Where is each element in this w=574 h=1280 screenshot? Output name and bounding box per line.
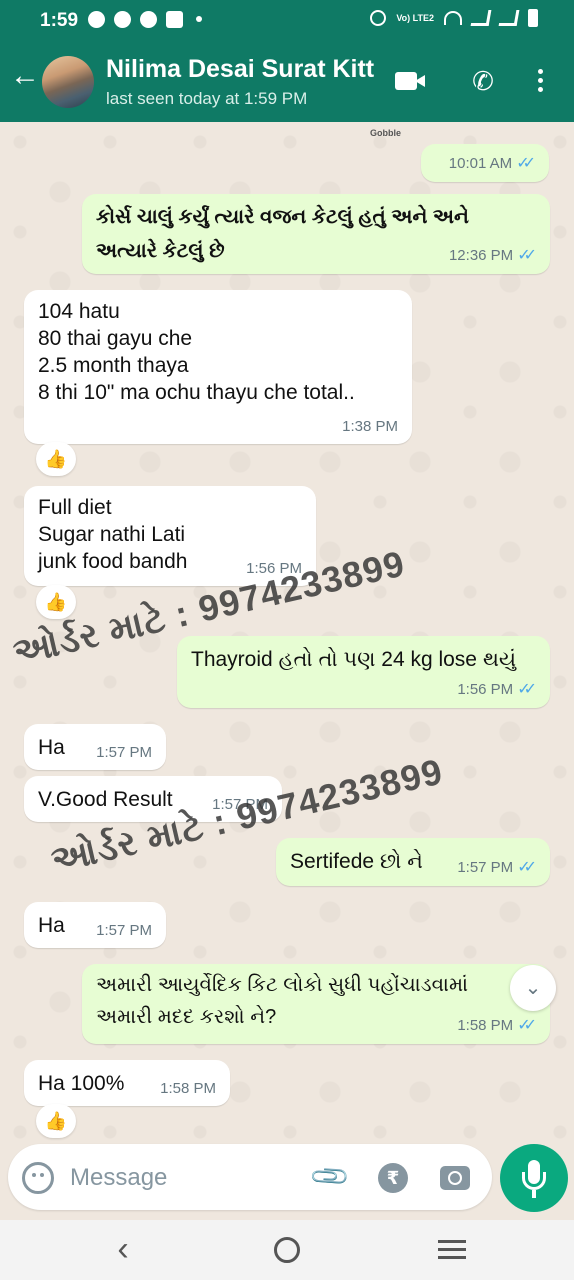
- message-time: 1:57 PM: [96, 922, 152, 939]
- message-time: 1:58 PM: [160, 1080, 216, 1097]
- message-bubble-incoming[interactable]: Ha 100% 1:58 PM: [24, 1060, 230, 1106]
- message-meta: 1:57 PM: [96, 922, 152, 939]
- message-meta: 1:57 PM ✓✓: [457, 857, 537, 877]
- message-bubble-outgoing[interactable]: 10:01 AM ✓✓: [421, 144, 549, 182]
- message-time: 10:01 AM: [448, 154, 513, 172]
- input-bar: 📎 ₹: [0, 1140, 574, 1220]
- message-meta: 1:38 PM: [342, 418, 398, 435]
- read-ticks-icon: ✓✓: [516, 155, 536, 172]
- last-seen: last seen today at 1:59 PM: [106, 89, 308, 108]
- message-meta: 1:58 PM ✓✓: [457, 1015, 537, 1035]
- message-bubble-incoming[interactable]: 104 hatu 80 thai gayu che 2.5 month thay…: [24, 290, 412, 444]
- emoji-icon[interactable]: [22, 1162, 54, 1194]
- message-bubble-outgoing[interactable]: Sertifede છો ને 1:57 PM ✓✓: [276, 838, 550, 886]
- top-bar: 1:59 Vo) LTE2 ← Nilima Desai Surat Kitt …: [0, 0, 574, 122]
- read-ticks-icon: ✓✓: [517, 681, 537, 698]
- mic-icon[interactable]: [500, 1144, 568, 1212]
- camera-icon[interactable]: [440, 1166, 470, 1190]
- mute-icon: [370, 10, 387, 26]
- signal-icon: [470, 10, 492, 26]
- arrow-left-icon[interactable]: ←: [10, 61, 40, 92]
- message-time: 1:56 PM: [457, 680, 514, 698]
- message-meta: 12:36 PM ✓✓: [448, 245, 537, 265]
- status-bar: 1:59 Vo) LTE2: [0, 0, 574, 40]
- network-label: Vo) LTE2: [396, 12, 434, 23]
- nav-back-icon[interactable]: ‹: [108, 1232, 138, 1266]
- system-nav-bar: ‹: [0, 1220, 574, 1280]
- message-box: 📎 ₹: [8, 1144, 492, 1210]
- message-time: 1:58 PM: [457, 1016, 514, 1034]
- message-text: Thayroid હતો તો પણ 24 kg lose થયું: [191, 648, 517, 671]
- nav-recents-icon[interactable]: [438, 1240, 466, 1264]
- message-time: 1:57 PM: [457, 858, 514, 876]
- nav-home-icon[interactable]: [274, 1237, 300, 1263]
- status-right: Vo) LTE2: [370, 9, 538, 27]
- wifi-icon: [444, 11, 462, 25]
- chat-area[interactable]: Gobble 10:01 AM ✓✓ કોર્સ ચાલું કર્યું ત્ય…: [0, 122, 574, 1140]
- message-meta: 10:01 AM ✓✓: [448, 153, 536, 173]
- reaction-badge[interactable]: 👍: [36, 442, 76, 476]
- message-time: 1:57 PM: [96, 744, 152, 761]
- message-meta: 1:57 PM: [96, 744, 152, 761]
- contact-name[interactable]: Nilima Desai Surat Kitt: [106, 55, 374, 84]
- messenger-icon: [88, 11, 105, 28]
- message-meta: 1:58 PM: [160, 1080, 216, 1097]
- reaction-badge[interactable]: 👍: [36, 585, 76, 619]
- message-time: 1:38 PM: [342, 418, 398, 435]
- scroll-down-button[interactable]: ⌄: [510, 965, 556, 1011]
- whatsapp-icon: [140, 11, 157, 28]
- chat-header: ← Nilima Desai Surat Kitt last seen toda…: [0, 40, 574, 122]
- message-bubble-outgoing[interactable]: અમારી આયુર્વેદિક કિટ લોકો સુધી પહોંચાડવા…: [82, 964, 550, 1044]
- video-call-icon[interactable]: [393, 66, 427, 96]
- avatar[interactable]: [42, 56, 94, 108]
- more-notifications-icon: [196, 16, 202, 22]
- notification-icon: [114, 11, 131, 28]
- message-meta: 1:56 PM ✓✓: [457, 679, 537, 699]
- message-text: 104 hatu 80 thai gayu che 2.5 month thay…: [38, 300, 355, 404]
- message-bubble-outgoing[interactable]: કોર્સ ચાલું કર્યું ત્યારે વજન કેટલું હતુ…: [82, 194, 550, 274]
- message-time: 12:36 PM: [448, 246, 514, 264]
- read-ticks-icon: ✓✓: [517, 247, 537, 264]
- mail-icon: [166, 11, 183, 28]
- read-ticks-icon: ✓✓: [517, 1017, 537, 1034]
- signal-icon-2: [498, 10, 520, 26]
- message-input[interactable]: [70, 1160, 290, 1196]
- message-bubble-incoming[interactable]: Ha 1:57 PM: [24, 902, 166, 948]
- phone-icon[interactable]: ✆: [466, 66, 500, 96]
- doodle-label: Gobble: [370, 128, 401, 138]
- battery-icon: [528, 9, 538, 27]
- message-bubble-outgoing[interactable]: Thayroid હતો તો પણ 24 kg lose થયું 1:56 …: [177, 636, 550, 708]
- read-ticks-icon: ✓✓: [517, 859, 537, 876]
- paperclip-icon[interactable]: 📎: [308, 1154, 352, 1198]
- more-vert-icon[interactable]: [530, 66, 550, 96]
- reaction-badge[interactable]: 👍: [36, 1104, 76, 1138]
- message-bubble-incoming[interactable]: Ha 1:57 PM: [24, 724, 166, 770]
- status-time: 1:59: [40, 10, 79, 31]
- rupee-icon[interactable]: ₹: [378, 1163, 408, 1193]
